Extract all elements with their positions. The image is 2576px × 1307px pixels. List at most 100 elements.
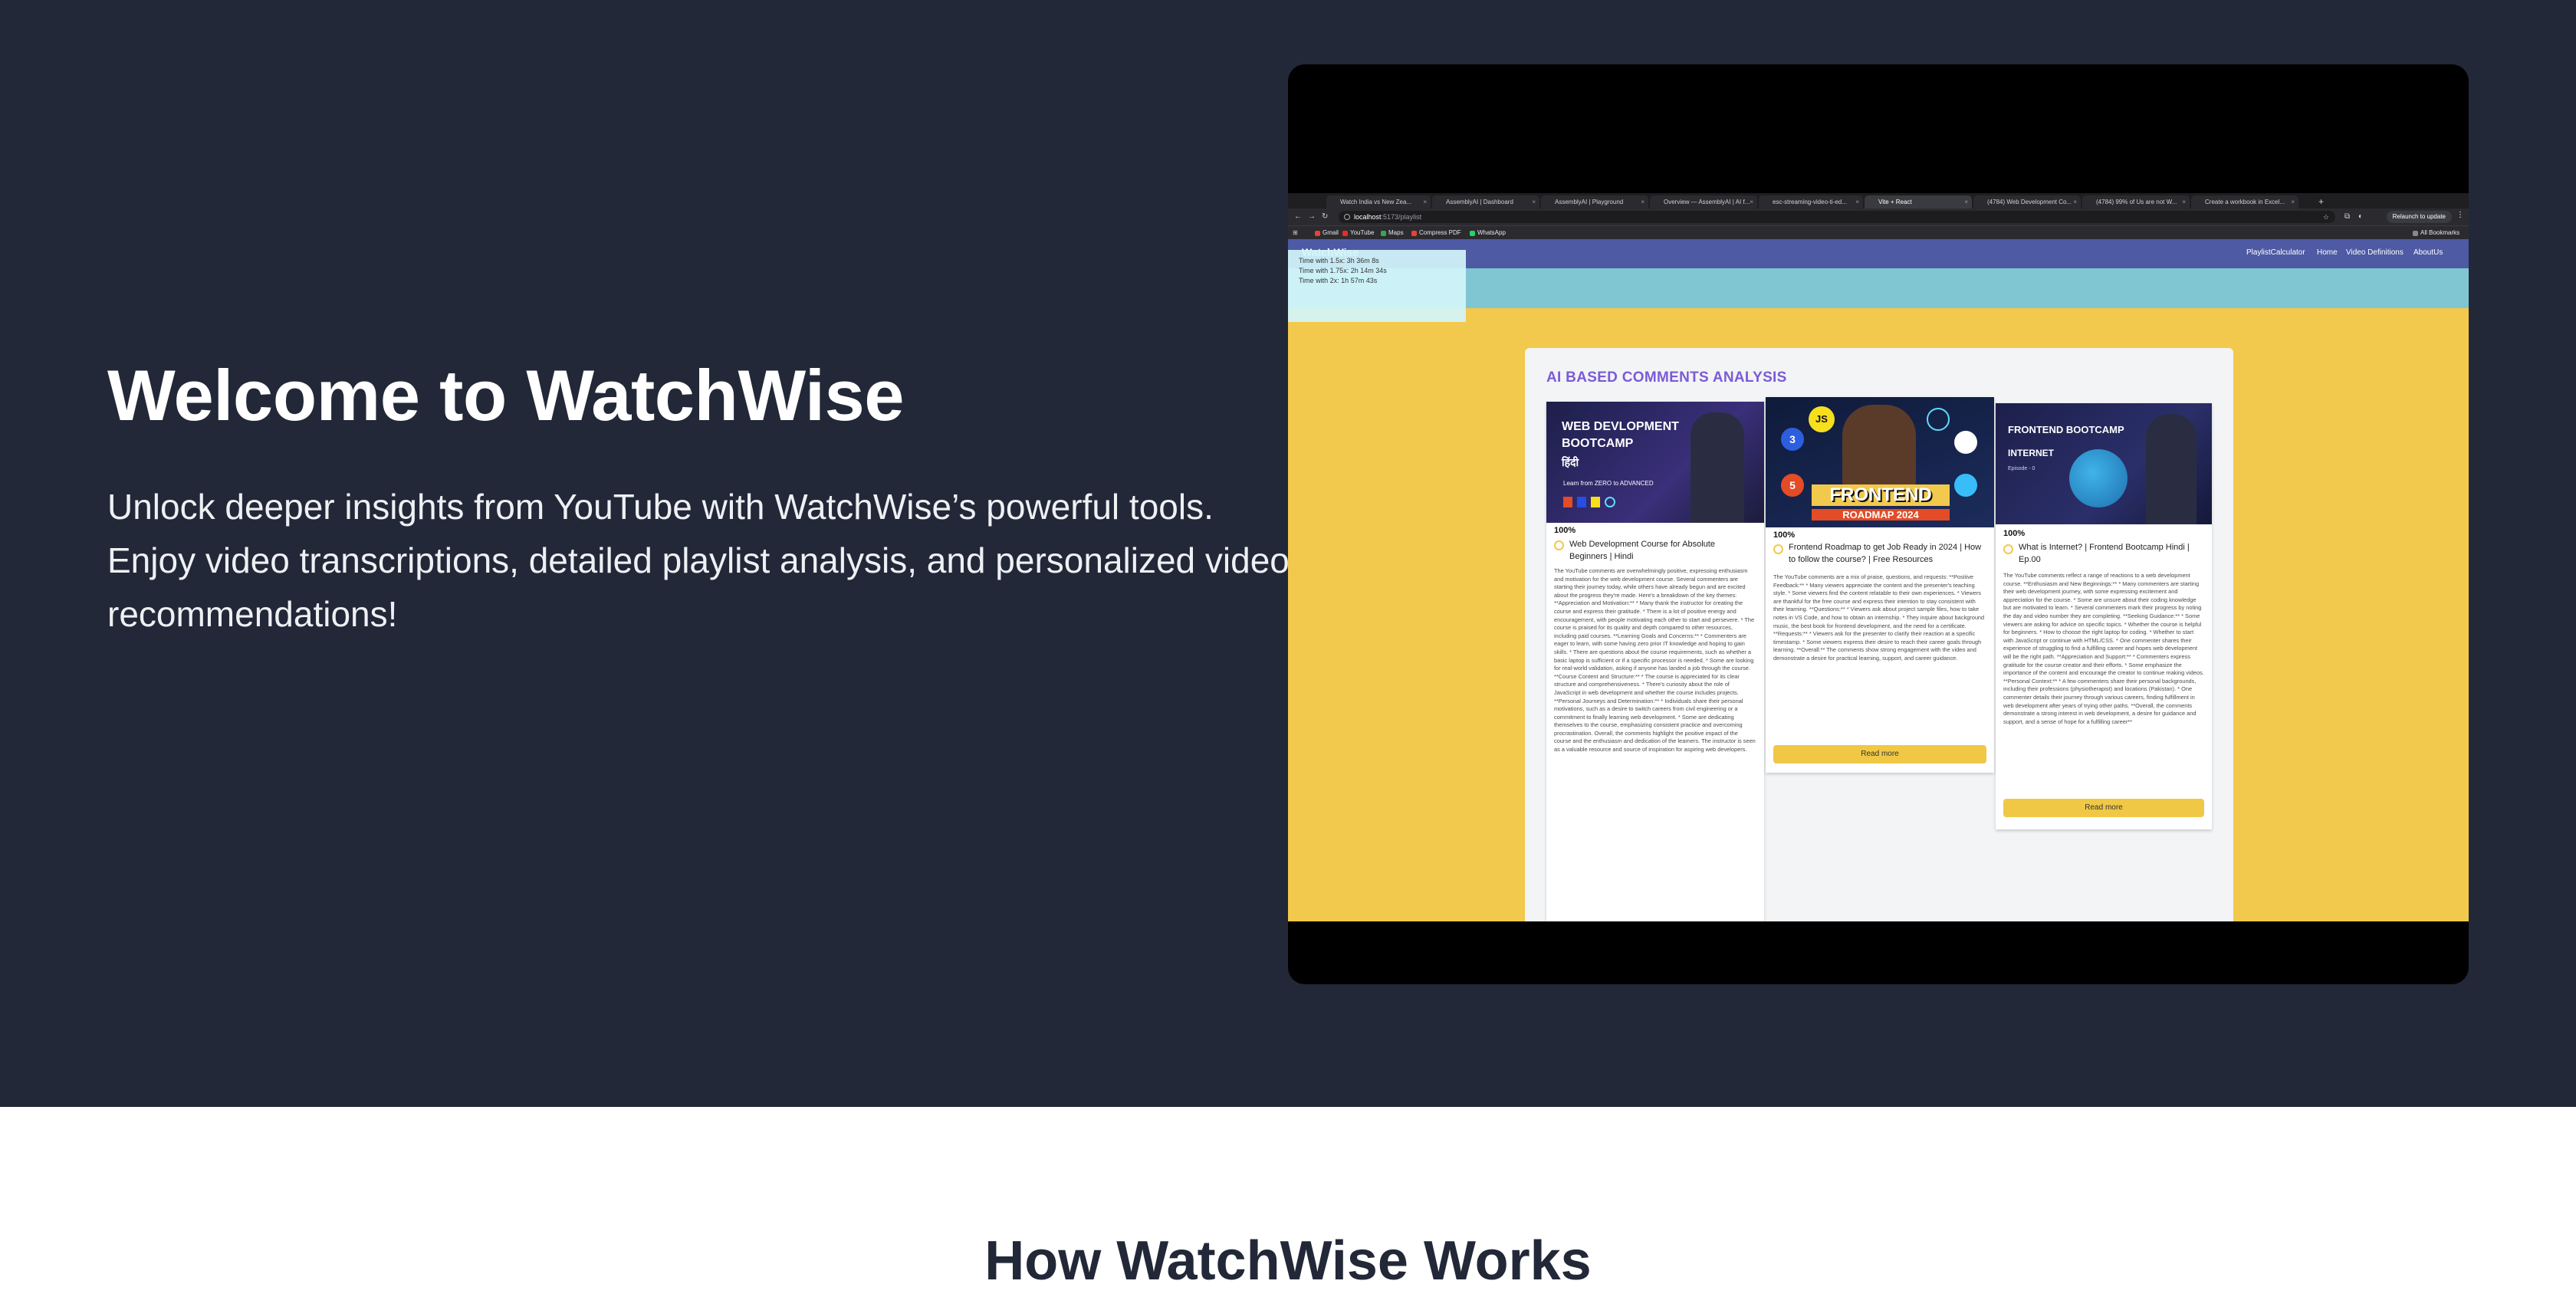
address-bar[interactable]: localhost:5173/playlist ☆ bbox=[1339, 211, 2335, 223]
time-line: Time with 2x: 1h 57m 43s bbox=[1299, 277, 1378, 284]
close-icon[interactable]: × bbox=[1964, 195, 1968, 209]
nav-playlist-calculator[interactable]: PlaylistCalculator bbox=[2246, 248, 2305, 257]
match-percent: 100% bbox=[1554, 526, 1576, 535]
hero-subtitle: Unlock deeper insights from YouTube with… bbox=[107, 487, 1290, 634]
comments-analysis-panel: AI BASED COMMENTS ANALYSIS WEB DEVLOPMEN… bbox=[1525, 348, 2233, 921]
html-icon: 5 bbox=[1781, 474, 1804, 497]
close-icon[interactable]: × bbox=[1750, 195, 1753, 209]
match-percent: 100% bbox=[2003, 529, 2026, 538]
thumbnail-title: WEB DEVLOPMENT BOOTCAMP bbox=[1562, 420, 1679, 450]
nav-about-us[interactable]: AboutUs bbox=[2413, 248, 2443, 257]
thumbnail-subtitle: Learn from ZERO to ADVANCED bbox=[1563, 480, 1654, 487]
presenter-image bbox=[1691, 412, 1744, 523]
back-icon[interactable]: ← bbox=[1294, 212, 1302, 222]
read-more-button[interactable]: Read more bbox=[1773, 745, 1986, 764]
presenter-image bbox=[1842, 405, 1916, 489]
time-line: Time with 1.75x: 2h 14m 34s bbox=[1299, 267, 1387, 274]
close-icon[interactable]: × bbox=[1641, 195, 1644, 209]
browser-tab[interactable]: (4784) 99% of Us are not W... × bbox=[2082, 195, 2190, 209]
browser-tab[interactable]: esc-streaming-video-ti-ed... × bbox=[1759, 195, 1863, 209]
bookmark-whatsapp[interactable]: WhatsApp bbox=[1469, 228, 1506, 238]
close-icon[interactable]: × bbox=[2182, 195, 2186, 209]
browser-toolbar: ← → ↻ localhost:5173/playlist ☆ ⧉ ◐ Rela… bbox=[1288, 209, 2469, 225]
html-icon bbox=[1563, 497, 1572, 507]
browser-tab[interactable]: Overview — AssemblyAI | AI f... × bbox=[1650, 195, 1757, 209]
bookmarks-bar: ⊞ Gmail YouTube Maps Compress PDF WhatsA… bbox=[1288, 225, 2469, 239]
video-card[interactable]: 3 JS 5 FRONTEND ROADMAP 2024 100% Fronte… bbox=[1766, 397, 1994, 773]
video-title: Web Development Course for Absolute Begi… bbox=[1569, 540, 1715, 561]
video-card[interactable]: FRONTEND BOOTCAMP INTERNET Episode - 0 1… bbox=[1996, 403, 2212, 829]
browser-tab[interactable]: Watch India vs New Zea... × bbox=[1326, 195, 1431, 209]
browser-tab[interactable]: Create a workbook in Excel... × bbox=[2191, 195, 2298, 209]
how-it-works-section: How WatchWise Works bbox=[0, 1107, 2576, 1307]
close-icon[interactable]: × bbox=[1423, 195, 1427, 209]
comment-summary: The YouTube comments are overwhelmingly … bbox=[1554, 567, 1756, 754]
presenter-image bbox=[2146, 414, 2196, 524]
comment-summary: The YouTube comments reflect a range of … bbox=[2003, 572, 2204, 725]
reload-icon[interactable]: ↻ bbox=[1322, 212, 1328, 222]
thumbnail-episode: Episode - 0 bbox=[2008, 466, 2036, 471]
github-icon bbox=[1954, 431, 1977, 454]
comment-summary: The YouTube comments are a mix of praise… bbox=[1773, 573, 1985, 662]
demo-screenshot: Watch India vs New Zea... × AssemblyAI | … bbox=[1288, 64, 2469, 984]
thumbnail-title: FRONTEND bbox=[1812, 484, 1950, 506]
lightbulb-icon bbox=[2003, 544, 2013, 554]
nav-video-definitions[interactable]: Video Definitions bbox=[2346, 248, 2404, 257]
thumbnail-language: हिंदी bbox=[1562, 456, 1579, 468]
tab-label: Overview — AssemblyAI | AI f... bbox=[1664, 199, 1750, 205]
video-card[interactable]: WEB DEVLOPMENT BOOTCAMP हिंदी Learn from… bbox=[1546, 402, 1764, 921]
bookmark-maps[interactable]: Maps bbox=[1380, 228, 1404, 238]
section-heading: How WatchWise Works bbox=[984, 1230, 1592, 1292]
lightbulb-icon bbox=[1773, 544, 1783, 554]
close-icon[interactable]: × bbox=[1532, 195, 1536, 209]
tab-label: (4784) 99% of Us are not W... bbox=[2096, 199, 2177, 205]
tab-label: Watch India vs New Zea... bbox=[1340, 199, 1412, 205]
thumbnail-subtitle: ROADMAP 2024 bbox=[1812, 509, 1950, 521]
tab-label: esc-streaming-video-ti-ed... bbox=[1773, 199, 1847, 205]
browser-tab[interactable]: (4784) Web Development Co... × bbox=[1973, 195, 2081, 209]
profile-icon[interactable]: ◐ bbox=[2358, 212, 2363, 222]
tab-label: (4784) Web Development Co... bbox=[1987, 199, 2072, 205]
bookmark-gmail[interactable]: Gmail bbox=[1314, 228, 1339, 238]
read-more-button[interactable]: Read more bbox=[2003, 799, 2204, 817]
nav-home[interactable]: Home bbox=[2317, 248, 2338, 257]
video-thumbnail[interactable]: 3 JS 5 FRONTEND ROADMAP 2024 bbox=[1766, 397, 1994, 527]
new-tab-icon[interactable]: + bbox=[2318, 195, 2324, 209]
browser-tab-active[interactable]: Vite + React × bbox=[1865, 195, 1972, 209]
react-icon bbox=[1605, 497, 1615, 507]
forward-icon[interactable]: → bbox=[1308, 212, 1316, 222]
css-icon: 3 bbox=[1781, 428, 1804, 451]
relaunch-button[interactable]: Relaunch to update bbox=[2386, 211, 2452, 223]
playlist-time-results: Time with 1.5x: 3h 36m 8s Time with 1.75… bbox=[1288, 250, 1466, 322]
globe-icon bbox=[2069, 449, 2128, 507]
css-icon bbox=[1577, 497, 1586, 507]
browser-menu-icon[interactable]: ⋮ bbox=[2456, 211, 2464, 219]
video-thumbnail[interactable]: FRONTEND BOOTCAMP INTERNET Episode - 0 bbox=[1996, 403, 2212, 524]
video-thumbnail[interactable]: WEB DEVLOPMENT BOOTCAMP हिंदी Learn from… bbox=[1546, 402, 1764, 523]
close-icon[interactable]: × bbox=[1855, 195, 1859, 209]
close-icon[interactable]: × bbox=[2291, 195, 2295, 209]
all-bookmarks[interactable]: All Bookmarks bbox=[2412, 228, 2459, 238]
bookmark-youtube[interactable]: YouTube bbox=[1342, 228, 1374, 238]
time-line: Time with 1.5x: 3h 36m 8s bbox=[1299, 257, 1379, 264]
star-icon[interactable]: ☆ bbox=[2323, 211, 2329, 223]
url-path: :5173/playlist bbox=[1381, 213, 1422, 221]
browser-tab[interactable]: AssemblyAI | Playground × bbox=[1541, 195, 1648, 209]
section-title: AI BASED COMMENTS ANALYSIS bbox=[1546, 369, 1787, 386]
site-info-icon[interactable] bbox=[1344, 214, 1350, 220]
url-host: localhost bbox=[1354, 213, 1382, 221]
demo-browser-window: Watch India vs New Zea... × AssemblyAI | … bbox=[1288, 193, 2469, 921]
tailwind-icon bbox=[1954, 474, 1977, 497]
tab-label: Vite + React bbox=[1878, 199, 1912, 205]
close-icon[interactable]: × bbox=[2073, 195, 2077, 209]
apps-icon[interactable]: ⊞ bbox=[1293, 228, 1298, 238]
extensions-icon[interactable]: ⧉ bbox=[2344, 212, 2350, 222]
match-percent: 100% bbox=[1773, 530, 1796, 540]
browser-tab[interactable]: AssemblyAI | Dashboard × bbox=[1432, 195, 1539, 209]
lightbulb-icon bbox=[1554, 540, 1564, 550]
react-icon bbox=[1927, 408, 1950, 431]
thumbnail-subtitle: INTERNET bbox=[2008, 448, 2054, 458]
bookmark-compress-pdf[interactable]: Compress PDF bbox=[1411, 228, 1461, 238]
js-icon: JS bbox=[1809, 406, 1835, 432]
hero-title: Welcome to WatchWise bbox=[107, 355, 905, 435]
